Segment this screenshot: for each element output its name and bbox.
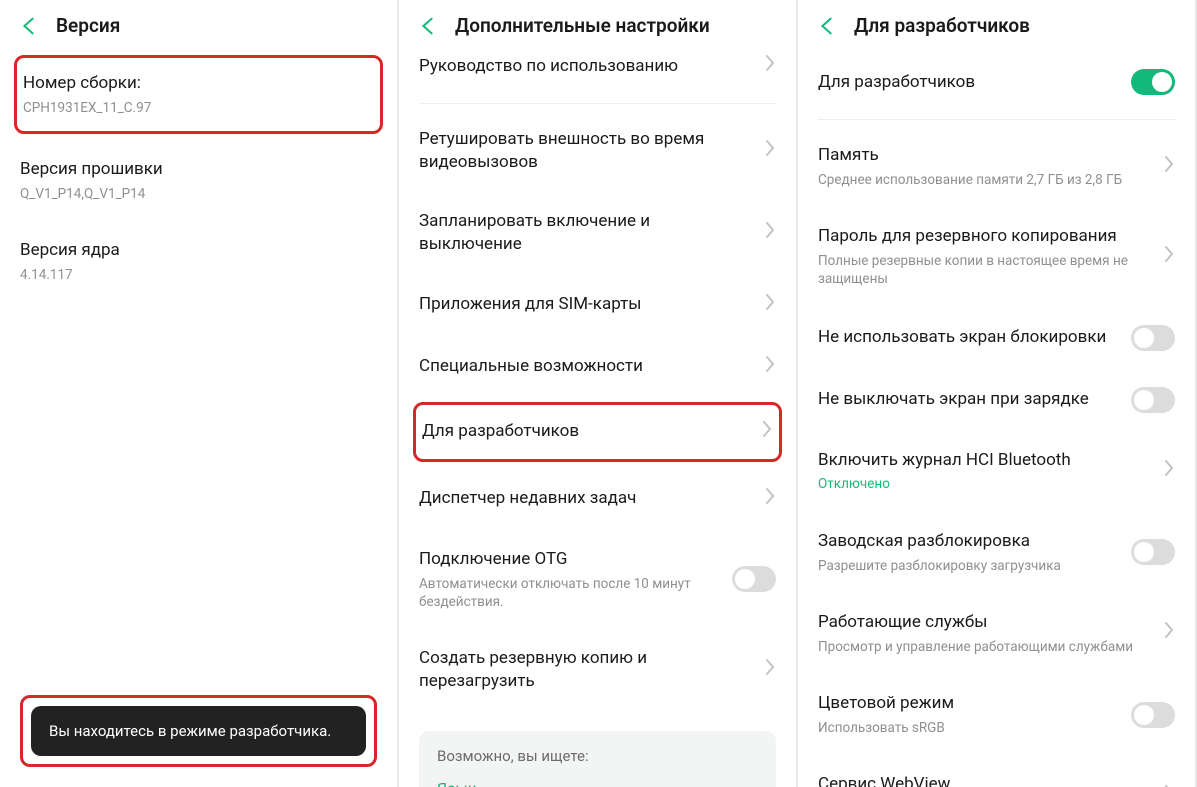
label: Для разработчиков: [422, 420, 749, 443]
row-stay-awake[interactable]: Не выключать экран при зарядке: [818, 369, 1175, 431]
label: Цветовой режим: [818, 692, 1119, 715]
developer-mode-toast: Вы находитесь в режиме разработчика.: [31, 706, 366, 756]
label: Работающие службы: [818, 611, 1151, 634]
label: Не выключать экран при зарядке: [818, 388, 1119, 411]
sub: Отключено: [818, 475, 1151, 493]
header: Дополнительные настройки: [399, 0, 796, 51]
content: Руководство по использованию Ретушироват…: [399, 51, 796, 787]
row-user-guide[interactable]: Руководство по использованию: [419, 51, 776, 97]
sub: Автоматически отключать после 10 минут б…: [419, 575, 720, 611]
highlight-build-number: Номер сборки: CPH1931EX_11_C.97: [14, 55, 383, 134]
chevron-right-icon: [1163, 154, 1175, 180]
label: Ретушировать внешность во время видеовыз…: [419, 128, 752, 174]
label: Пароль для резервного копирования: [818, 225, 1151, 248]
row-memory[interactable]: Память Среднее использование памяти 2,7 …: [818, 126, 1175, 207]
row-accessibility[interactable]: Специальные возможности: [419, 336, 776, 398]
label: Не использовать экран блокировки: [818, 326, 1119, 349]
sub: Использовать sRGB: [818, 719, 1119, 737]
firmware-label: Версия прошивки: [20, 158, 377, 181]
developer-master-toggle[interactable]: [1131, 69, 1175, 95]
row-developer-options[interactable]: Для разработчиков: [422, 405, 773, 459]
content: Для разработчиков Память Среднее использ…: [798, 51, 1195, 787]
chevron-right-icon: [1163, 244, 1175, 270]
panel-version: Версия Номер сборки: CPH1931EX_11_C.97 В…: [0, 0, 399, 787]
build-number-value: CPH1931EX_11_C.97: [23, 99, 374, 117]
row-kernel-version[interactable]: Версия ядра 4.14.117: [20, 221, 377, 302]
label: Создать резервную копию и перезагрузить: [419, 647, 752, 693]
oem-unlock-toggle[interactable]: [1131, 539, 1175, 565]
chevron-right-icon: [1163, 783, 1175, 787]
label: Запланировать включение и выключение: [419, 210, 752, 256]
row-recent-tasks[interactable]: Диспетчер недавних задач: [419, 468, 776, 530]
page-title: Дополнительные настройки: [455, 14, 710, 37]
sub: Полные резервные копии в настоящее время…: [818, 252, 1151, 288]
skip-lockscreen-toggle[interactable]: [1131, 325, 1175, 351]
row-developer-master[interactable]: Для разработчиков: [818, 51, 1175, 113]
row-sim-apps[interactable]: Приложения для SIM-карты: [419, 274, 776, 336]
highlight-toast: Вы находитесь в режиме разработчика.: [20, 695, 377, 767]
chevron-right-icon: [764, 657, 776, 683]
suggestion-box: Возможно, вы ищете: Язык: [419, 731, 776, 787]
divider: [419, 103, 776, 104]
page-title: Версия: [56, 14, 120, 37]
row-beauty-video[interactable]: Ретушировать внешность во время видеовыз…: [419, 110, 776, 192]
stay-awake-toggle[interactable]: [1131, 387, 1175, 413]
firmware-value: Q_V1_P14,Q_V1_P14: [20, 185, 377, 203]
chevron-right-icon: [761, 419, 773, 445]
row-backup-password[interactable]: Пароль для резервного копирования Полные…: [818, 207, 1175, 306]
chevron-right-icon: [1163, 458, 1175, 484]
chevron-right-icon: [764, 292, 776, 318]
header: Версия: [0, 0, 397, 51]
suggestion-item-language[interactable]: Язык: [437, 779, 758, 787]
highlight-developer-row: Для разработчиков: [413, 402, 782, 462]
kernel-value: 4.14.117: [20, 266, 377, 284]
content: Номер сборки: CPH1931EX_11_C.97 Версия п…: [0, 51, 397, 787]
panel-additional-settings: Дополнительные настройки Руководство по …: [399, 0, 798, 787]
row-webview[interactable]: Сервис WebView Android System WebView: [818, 755, 1175, 787]
kernel-label: Версия ядра: [20, 239, 377, 262]
otg-toggle[interactable]: [732, 566, 776, 592]
row-skip-lockscreen[interactable]: Не использовать экран блокировки: [818, 307, 1175, 369]
row-firmware-version[interactable]: Версия прошивки Q_V1_P14,Q_V1_P14: [20, 140, 377, 221]
label: Включить журнал HCI Bluetooth: [818, 449, 1151, 472]
label: Сервис WebView: [818, 773, 1151, 787]
row-schedule-power[interactable]: Запланировать включение и выключение: [419, 192, 776, 274]
header: Для разработчиков: [798, 0, 1195, 51]
row-hci-log[interactable]: Включить журнал HCI Bluetooth Отключено: [818, 431, 1175, 512]
back-arrow-icon[interactable]: [18, 15, 40, 37]
label: Диспетчер недавних задач: [419, 487, 752, 510]
chevron-right-icon: [764, 354, 776, 380]
chevron-right-icon: [764, 138, 776, 164]
chevron-right-icon: [764, 220, 776, 246]
back-arrow-icon[interactable]: [816, 15, 838, 37]
label: Руководство по использованию: [419, 55, 752, 78]
divider: [818, 119, 1175, 120]
row-oem-unlock[interactable]: Заводская разблокировка Разрешите разбло…: [818, 512, 1175, 593]
label: Приложения для SIM-карты: [419, 293, 752, 316]
back-arrow-icon[interactable]: [417, 15, 439, 37]
label: Специальные возможности: [419, 355, 752, 378]
sub: Разрешите разблокировку загрузчика: [818, 557, 1119, 575]
page-title: Для разработчиков: [854, 14, 1030, 37]
label: Память: [818, 144, 1151, 167]
row-backup-reboot[interactable]: Создать резервную копию и перезагрузить: [419, 629, 776, 711]
row-build-number[interactable]: Номер сборки: CPH1931EX_11_C.97: [23, 58, 374, 131]
row-color-mode[interactable]: Цветовой режим Использовать sRGB: [818, 674, 1175, 755]
color-mode-toggle[interactable]: [1131, 702, 1175, 728]
sub: Просмотр и управление работающими служба…: [818, 638, 1151, 656]
suggestion-title: Возможно, вы ищете:: [437, 747, 758, 765]
label: Заводская разблокировка: [818, 530, 1119, 553]
label: Для разработчиков: [818, 71, 1119, 94]
row-running-services[interactable]: Работающие службы Просмотр и управление …: [818, 593, 1175, 674]
panel-developer-options: Для разработчиков Для разработчиков Памя…: [798, 0, 1197, 787]
build-number-label: Номер сборки:: [23, 72, 374, 95]
chevron-right-icon: [1163, 620, 1175, 646]
row-otg[interactable]: Подключение OTG Автоматически отключать …: [419, 530, 776, 629]
chevron-right-icon: [764, 53, 776, 79]
chevron-right-icon: [764, 486, 776, 512]
label: Подключение OTG: [419, 548, 720, 571]
sub: Среднее использование памяти 2,7 ГБ из 2…: [818, 171, 1151, 189]
